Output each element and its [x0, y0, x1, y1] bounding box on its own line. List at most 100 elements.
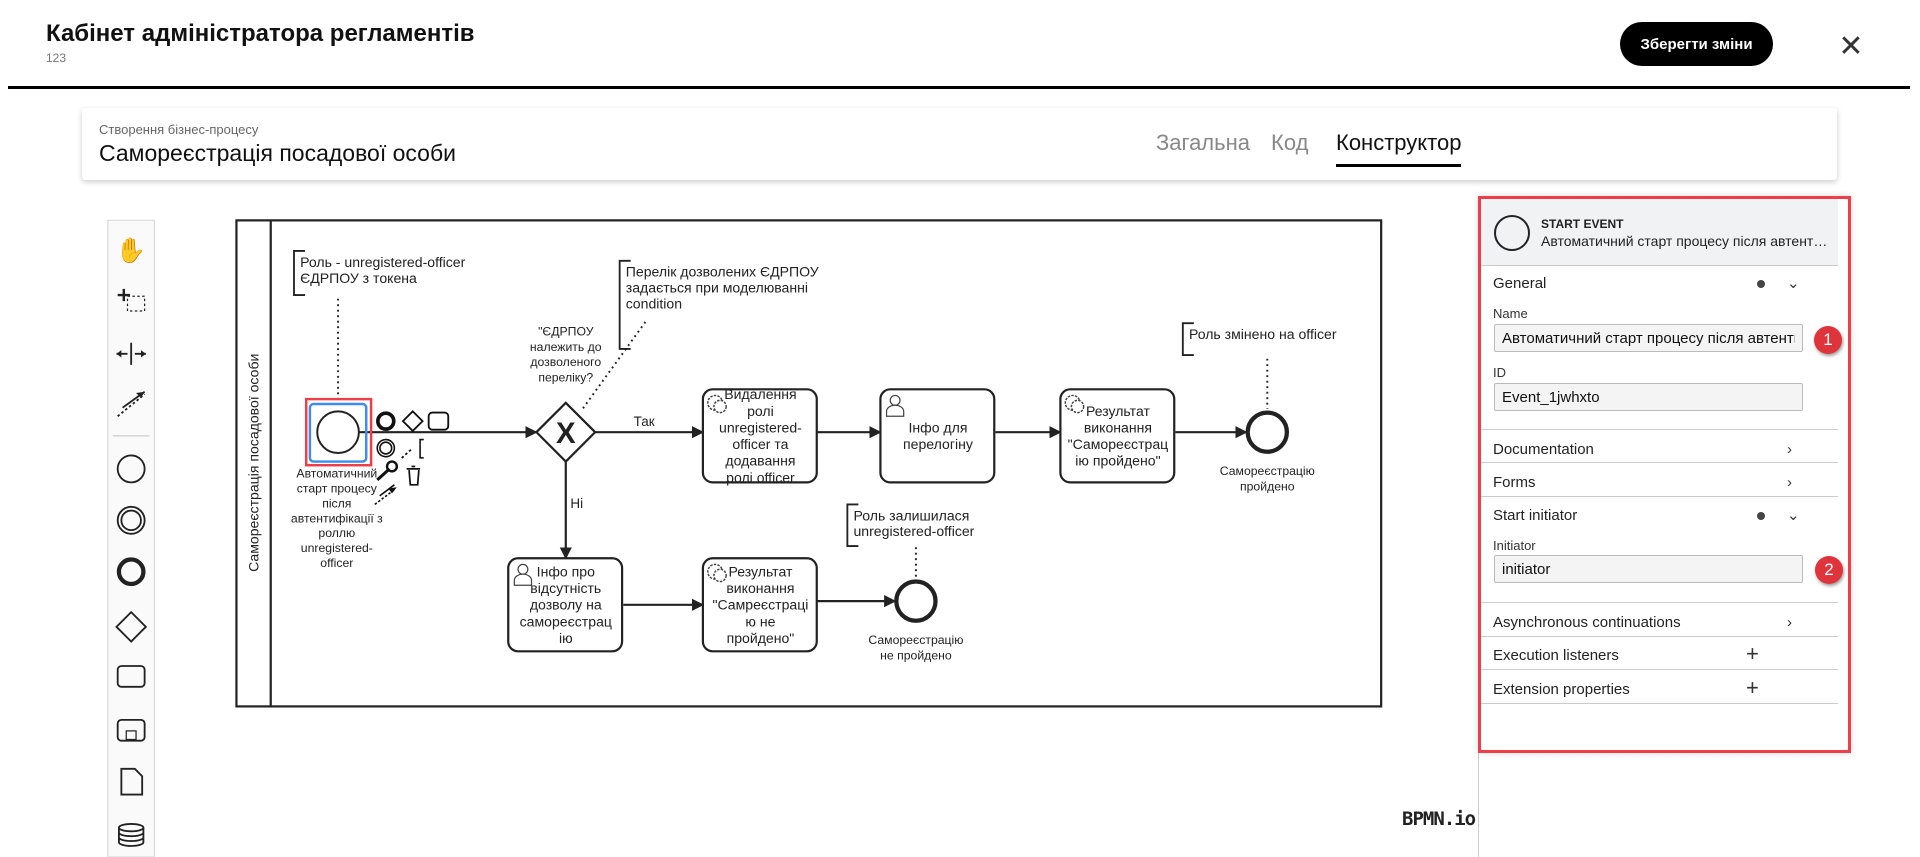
group-extension-properties[interactable]: Extension properties +	[1481, 675, 1838, 705]
element-type: START EVENT	[1541, 217, 1624, 231]
text-annotation[interactable]: Роль - unregistered-officerЄДРПОУ з токе…	[293, 250, 466, 405]
task-label: unregistered-	[719, 419, 802, 435]
gateway-label: переліку?	[538, 370, 593, 384]
group-title: Documentation	[1493, 441, 1594, 458]
chevron-right-icon[interactable]: ›	[1787, 614, 1792, 631]
initiator-input[interactable]	[1494, 555, 1803, 583]
task-label: ролі officer	[726, 469, 795, 485]
group-general-header[interactable]: General ⌄	[1481, 275, 1838, 299]
service-task[interactable]: Результатвиконання"Самореєстрацію пройде…	[1059, 388, 1176, 484]
end-event[interactable]	[894, 579, 938, 623]
task-label: ролі	[747, 403, 774, 419]
connect-icon[interactable]	[374, 484, 397, 506]
user-task[interactable]: Інфо провідсутністьдозволу насамореєстра…	[507, 557, 624, 653]
task-label: відсутність	[530, 580, 601, 596]
group-async-continuations[interactable]: Asynchronous continuations ›	[1481, 614, 1838, 638]
divider	[1481, 636, 1838, 637]
group-title: Extension properties	[1493, 681, 1630, 698]
svg-text:✋: ✋	[116, 235, 146, 264]
annotation-text: condition	[626, 296, 682, 312]
chevron-down-icon[interactable]: ⌄	[1787, 506, 1800, 524]
task-label: Видалення	[724, 386, 796, 402]
add-icon[interactable]: +	[1746, 675, 1759, 701]
append-annotation-icon[interactable]	[401, 438, 424, 459]
context-pad	[374, 410, 450, 506]
append-gateway-icon[interactable]	[401, 410, 424, 433]
annotation-text: Роль змінено на officer	[1189, 326, 1337, 342]
x-marker-icon: X	[556, 417, 576, 450]
task-label: пройдено"	[727, 630, 795, 646]
hand-tool-icon[interactable]: ✋	[116, 235, 146, 264]
id-label: ID	[1493, 365, 1506, 380]
user-task[interactable]: Інфо дляперелогіну	[879, 388, 996, 484]
start-event-icon	[1494, 215, 1530, 251]
text-annotation[interactable]: Роль залишиласяunregistered-officer	[846, 503, 975, 580]
diagram-shapes: Автоматичнийстарт процесупісляавтентифік…	[291, 250, 1337, 662]
group-execution-listeners[interactable]: Execution listeners +	[1481, 641, 1838, 671]
task-label: "Самреєстраці	[712, 597, 808, 613]
name-label: Name	[1493, 306, 1528, 321]
task-label: Інфо про	[537, 563, 595, 579]
task-label: самореєстрац	[520, 613, 612, 629]
start-event-label: автентифікації з	[291, 511, 383, 525]
initiator-label: Initiator	[1493, 538, 1536, 553]
end-event-label: пройдено	[1240, 479, 1295, 493]
append-end-event-icon[interactable]	[376, 411, 396, 431]
divider	[1481, 602, 1838, 603]
divider	[1481, 703, 1838, 704]
annotation-text: Роль - unregistered-officer	[300, 254, 466, 270]
name-input[interactable]	[1494, 324, 1803, 352]
has-data-indicator	[1757, 280, 1765, 288]
flow-label-yes: Так	[634, 414, 655, 429]
properties-panel: START EVENT Автоматичний старт процесу п…	[1478, 196, 1851, 753]
wrench-icon[interactable]	[376, 460, 399, 482]
append-task-icon[interactable]	[427, 411, 450, 431]
task-label: ію	[559, 630, 573, 646]
divider	[1481, 462, 1838, 463]
task-label: ію пройдено"	[1075, 453, 1160, 469]
trash-icon[interactable]	[406, 465, 421, 486]
chevron-down-icon[interactable]: ⌄	[1787, 274, 1800, 292]
divider	[1481, 496, 1838, 497]
divider	[1481, 429, 1838, 430]
start-event[interactable]	[316, 410, 360, 454]
task-label: Результат	[728, 563, 793, 579]
group-title: Asynchronous continuations	[1493, 614, 1681, 631]
group-title: Forms	[1493, 474, 1536, 491]
gateway-label: дозволеного	[530, 355, 601, 369]
group-title: General	[1493, 275, 1547, 292]
bpmn-io-logo[interactable]: BPMN.io	[1402, 808, 1476, 830]
divider	[1481, 669, 1838, 670]
palette-background	[107, 219, 156, 857]
task-label: ю не	[745, 613, 775, 629]
task-label: Інфо для	[908, 419, 967, 435]
annotation-text: Роль залишилася	[853, 507, 969, 523]
annotation-text: задається при моделюванні	[626, 280, 808, 296]
group-title: Execution listeners	[1493, 647, 1619, 664]
tool-palette: ✋	[107, 219, 156, 857]
annotation-text: unregistered-officer	[853, 523, 974, 539]
id-input[interactable]	[1494, 383, 1803, 411]
has-data-indicator	[1757, 512, 1765, 520]
service-task[interactable]: Результатвиконання"Самреєстрацію непройд…	[701, 557, 818, 653]
end-event-label: Самореєстрацію	[1220, 464, 1315, 478]
end-event[interactable]	[1245, 410, 1290, 454]
chevron-right-icon[interactable]: ›	[1787, 474, 1792, 491]
chevron-right-icon[interactable]: ›	[1787, 441, 1792, 458]
group-start-initiator-header[interactable]: Start initiator ⌄	[1481, 507, 1838, 531]
annotation-text: ЄДРПОУ з токена	[300, 270, 417, 286]
group-forms[interactable]: Forms ›	[1481, 474, 1838, 498]
element-name: Автоматичний старт процесу після автенти…	[1541, 233, 1831, 249]
start-event-label: Автоматичний	[296, 466, 377, 480]
gateway-label: належить до	[530, 340, 602, 354]
start-event-label: роллю	[318, 526, 355, 540]
text-annotation[interactable]: Роль змінено на officer	[1181, 322, 1337, 409]
group-title: Start initiator	[1493, 507, 1578, 524]
exclusive-gateway[interactable]: X	[534, 401, 597, 464]
start-event-label: officer	[320, 556, 353, 570]
service-task[interactable]: Видаленняроліunregistered-officer тадода…	[701, 386, 818, 485]
append-intermediate-event-icon[interactable]	[376, 438, 396, 458]
lane-label: Самореєстрація посадової особи	[245, 354, 261, 572]
callout-badge-2: 2	[1815, 556, 1843, 584]
add-icon[interactable]: +	[1746, 641, 1759, 667]
